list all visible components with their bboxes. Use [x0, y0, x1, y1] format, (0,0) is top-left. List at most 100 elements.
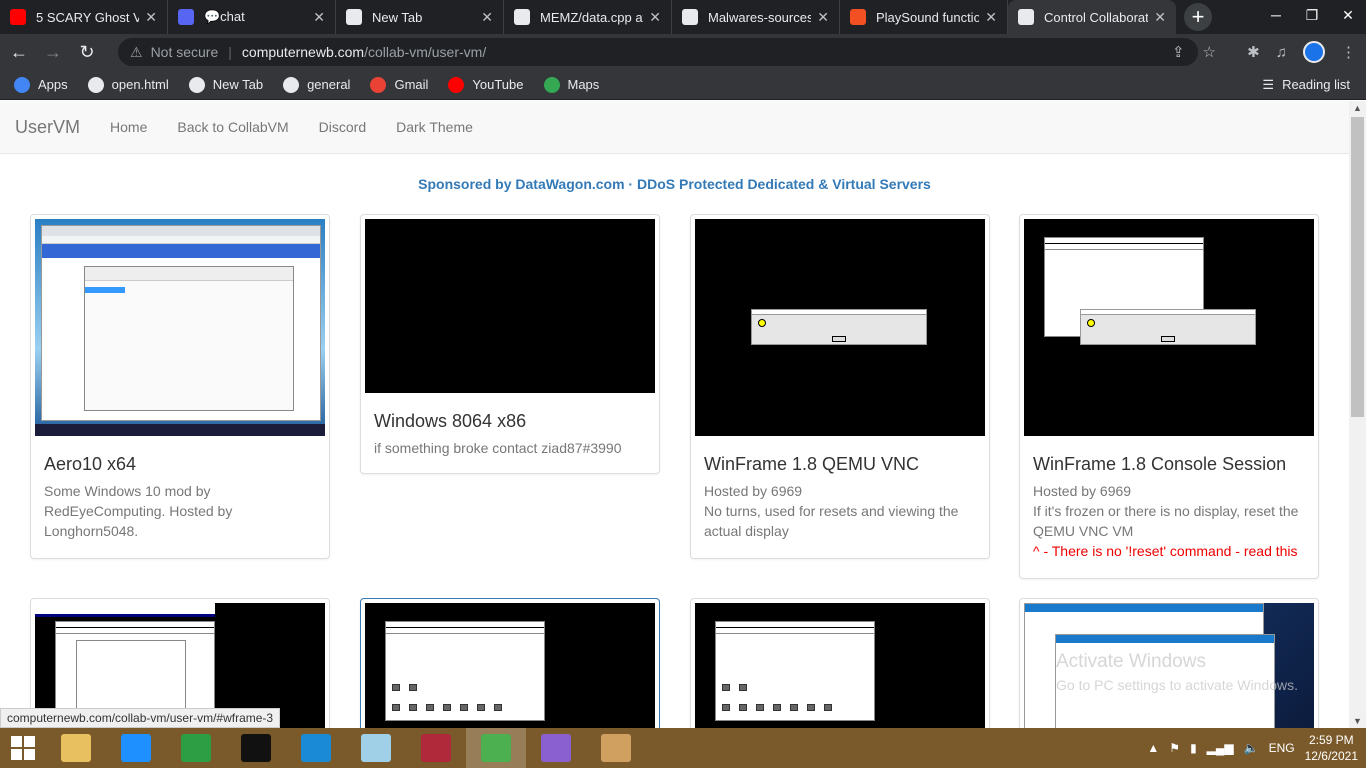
new-tab-button[interactable]: +: [1184, 3, 1212, 31]
bookmark-item[interactable]: Apps: [14, 76, 68, 93]
tab-close-icon[interactable]: ✕: [649, 9, 661, 26]
vm-card-row2-3[interactable]: [690, 598, 990, 728]
vm-thumbnail[interactable]: [1024, 219, 1314, 436]
vm-thumbnail[interactable]: [365, 603, 655, 728]
taskbar-edge[interactable]: [286, 728, 346, 768]
back-icon[interactable]: ←: [4, 42, 34, 63]
browser-tab[interactable]: Malwares-sources/M ✕: [672, 0, 840, 34]
nav-home[interactable]: Home: [110, 119, 147, 135]
activate-subtitle: Go to PC settings to activate Windows.: [1056, 677, 1298, 693]
tab-title: 💬chat: [204, 9, 245, 24]
taskbar-command-prompt[interactable]: [226, 728, 286, 768]
tab-close-icon[interactable]: ✕: [817, 9, 829, 26]
bookmark-item[interactable]: open.html: [87, 76, 169, 93]
security-label[interactable]: Not secure: [151, 44, 219, 60]
vm-thumbnail[interactable]: [695, 603, 985, 728]
browser-tab[interactable]: 💬chat ✕: [168, 0, 336, 34]
taskbar-paint[interactable]: [586, 728, 646, 768]
browser-tab[interactable]: New Tab ✕: [336, 0, 504, 34]
vm-title[interactable]: WinFrame 1.8 Console Session: [1033, 454, 1305, 475]
maximize-icon[interactable]: ❐: [1294, 0, 1330, 30]
vm-card-winframe-console[interactable]: WinFrame 1.8 Console Session Hosted by 6…: [1019, 214, 1319, 579]
language-indicator[interactable]: ENG: [1269, 741, 1295, 755]
site-brand[interactable]: UserVM: [15, 117, 80, 138]
bookmark-item[interactable]: Gmail: [370, 76, 428, 93]
bookmark-label: Apps: [38, 77, 68, 92]
tab-close-icon[interactable]: ✕: [481, 9, 493, 26]
nav-dark-theme[interactable]: Dark Theme: [396, 119, 473, 135]
battery-icon[interactable]: ▮: [1190, 741, 1197, 755]
nav-back-to-collabvm[interactable]: Back to CollabVM: [177, 119, 288, 135]
taskbar-visual-studio[interactable]: [526, 728, 586, 768]
tab-close-icon[interactable]: ✕: [985, 9, 997, 26]
page-scrollbar[interactable]: ▲ ▼: [1349, 101, 1366, 728]
vm-title[interactable]: Windows 8064 x86: [374, 411, 646, 432]
vm-warning-link[interactable]: ^ - There is no '!reset' command - read …: [1033, 541, 1305, 561]
bookmark-star-icon[interactable]: ☆: [1203, 43, 1216, 61]
show-hidden-icons[interactable]: ▲: [1147, 741, 1159, 755]
bookmarks-bar: Apps open.html New Tab general Gmail YouTube M…: [0, 70, 1366, 100]
reading-list-button[interactable]: ☰ Reading list: [1262, 77, 1350, 93]
forward-icon[interactable]: →: [38, 42, 68, 63]
file-explorer-icon: [61, 734, 91, 762]
profile-avatar[interactable]: [1303, 41, 1325, 63]
warning-icon[interactable]: ⚠: [130, 44, 143, 61]
taskbar-media-app[interactable]: [406, 728, 466, 768]
share-icon[interactable]: ⇪: [1172, 43, 1185, 61]
browser-tab[interactable]: 5 SCARY Ghost Vide ✕: [0, 0, 168, 34]
vm-thumbnail[interactable]: [35, 219, 325, 436]
tab-close-icon[interactable]: ✕: [313, 9, 325, 26]
taskbar-internet-explorer[interactable]: [106, 728, 166, 768]
link-status-bar: computernewb.com/collab-vm/user-vm/#wfra…: [0, 708, 281, 728]
bookmark-item[interactable]: New Tab: [188, 76, 263, 93]
vm-title[interactable]: WinFrame 1.8 QEMU VNC: [704, 454, 976, 475]
tab-close-icon[interactable]: ✕: [145, 9, 157, 26]
network-icon[interactable]: ▂▄▆: [1207, 741, 1234, 755]
vm-card-winframe-vnc[interactable]: WinFrame 1.8 QEMU VNC Hosted by 6969 No …: [690, 214, 990, 559]
taskbar-file-explorer[interactable]: [46, 728, 106, 768]
clock[interactable]: 2:59 PM 12/6/2021: [1305, 732, 1358, 764]
page-content: UserVM Home Back to CollabVM Discord Dar…: [0, 101, 1349, 728]
sponsor-link[interactable]: Sponsored by DataWagon.com · DDoS Protec…: [0, 176, 1349, 192]
nav-discord[interactable]: Discord: [319, 119, 366, 135]
taskbar-store[interactable]: [166, 728, 226, 768]
menu-icon[interactable]: ⋮: [1341, 43, 1356, 61]
address-bar[interactable]: ⚠ Not secure | computernewb.com/collab-v…: [118, 38, 1198, 66]
vm-card-row2-2[interactable]: [360, 598, 660, 728]
windows-logo-icon: [11, 736, 35, 760]
url-text[interactable]: computernewb.com/collab-vm/user-vm/: [242, 44, 486, 60]
reload-icon[interactable]: ↻: [72, 42, 102, 63]
scrollbar-thumb[interactable]: [1351, 117, 1364, 417]
media-control-icon[interactable]: ♫: [1276, 44, 1287, 61]
vm-card-aero10[interactable]: Aero10 x64 Some Windows 10 mod by RedEye…: [30, 214, 330, 559]
bookmark-icon: [370, 76, 387, 93]
tab-favicon-icon: [10, 9, 26, 25]
vm-thumbnail[interactable]: [695, 219, 985, 436]
start-button[interactable]: [0, 728, 46, 768]
minimize-icon[interactable]: ─: [1258, 0, 1294, 30]
vm-description: Some Windows 10 mod by RedEyeComputing. …: [44, 483, 233, 539]
notepad-icon: [361, 734, 391, 762]
bookmark-icon: [283, 76, 300, 93]
bookmark-item[interactable]: general: [283, 76, 350, 93]
taskbar-notepad[interactable]: [346, 728, 406, 768]
vm-card-windows-8064[interactable]: Windows 8064 x86 if something broke cont…: [360, 214, 660, 474]
action-center-icon[interactable]: ⚑: [1169, 741, 1180, 755]
vm-title[interactable]: Aero10 x64: [44, 454, 316, 475]
paint-icon: [601, 734, 631, 762]
vm-thumbnail[interactable]: [365, 219, 655, 393]
close-window-icon[interactable]: ✕: [1330, 0, 1366, 30]
browser-tab[interactable]: PlaySound function (✕: [840, 0, 1008, 34]
browser-tab[interactable]: MEMZ/data.cpp at m ✕: [504, 0, 672, 34]
taskbar-chrome[interactable]: [466, 728, 526, 768]
scroll-down-icon[interactable]: ▼: [1353, 716, 1362, 726]
tab-close-icon[interactable]: ✕: [1154, 9, 1166, 26]
bookmark-item[interactable]: YouTube: [448, 76, 524, 93]
volume-icon[interactable]: 🔈: [1244, 741, 1259, 755]
extensions-icon[interactable]: ✱: [1247, 43, 1260, 61]
scroll-up-icon[interactable]: ▲: [1353, 103, 1362, 113]
bookmark-item[interactable]: Maps: [543, 76, 599, 93]
browser-tab[interactable]: Control Collaborati ✕: [1008, 0, 1176, 34]
tab-favicon-icon: [346, 9, 362, 25]
tab-favicon-icon: [1018, 9, 1034, 25]
